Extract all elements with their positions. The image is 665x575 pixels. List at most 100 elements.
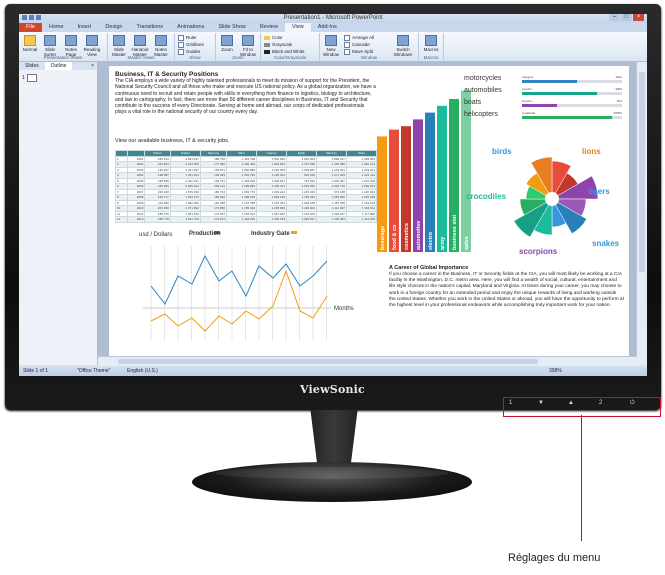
power-button[interactable]: ⏻ xyxy=(630,400,635,407)
arrange-all-button[interactable]: Arrange All xyxy=(344,35,374,41)
button-1[interactable]: 1 xyxy=(509,400,512,406)
tab-slides[interactable]: Slides xyxy=(19,62,45,70)
reading-view-button[interactable]: Reading View xyxy=(83,35,101,57)
cascade-button[interactable]: Cascade xyxy=(344,42,370,48)
normal-view-button[interactable]: Normal xyxy=(21,35,39,52)
switch-windows-button[interactable]: Switch Windows xyxy=(390,35,416,57)
maximize-icon[interactable]: □ xyxy=(621,14,632,21)
group-zoom: Zoom Fit to Window Zoom xyxy=(216,33,261,60)
bar-label: army xyxy=(440,236,446,250)
line-chart: usd / Dollars Production Industry Gate M… xyxy=(139,231,354,341)
gridlines-checkbox[interactable]: Gridlines xyxy=(178,42,204,48)
tab-view[interactable]: View xyxy=(284,23,311,32)
line-chart-xlabel: Months xyxy=(334,306,354,312)
macros-button[interactable]: Macros xyxy=(422,35,440,52)
slide-sorter-button[interactable]: Slide Sorter xyxy=(41,35,59,57)
color-option[interactable]: Color xyxy=(264,35,283,40)
stat-bar-value: 1024 xyxy=(615,75,622,79)
group-label: Show xyxy=(189,55,201,60)
table-cell: 186 778 xyxy=(144,216,171,223)
data-table: Saturn Jupiter Neptune Mars Uranus Earth Mercu… xyxy=(115,150,378,223)
line-chart-ylabel: usd / Dollars xyxy=(139,232,172,238)
screen: Presentation1 - Microsoft PowerPoint – □… xyxy=(19,14,647,376)
tab-animations[interactable]: Animations xyxy=(170,23,211,32)
tab-home[interactable]: Home xyxy=(42,23,71,32)
bar-label: electro xyxy=(428,231,434,250)
ribbon: Normal Slide Sorter Notes Page Reading V… xyxy=(19,32,647,62)
stat-bar-fill xyxy=(522,104,557,107)
button-2[interactable]: 2 xyxy=(599,400,602,406)
window-title: Presentation1 - Microsoft PowerPoint xyxy=(283,15,383,21)
group-label: Master Views xyxy=(127,55,155,60)
status-zoom[interactable]: 398% xyxy=(549,368,562,374)
table-cell: 12 xyxy=(115,216,128,223)
tab-review[interactable]: Review xyxy=(253,23,285,32)
tab-design[interactable]: Design xyxy=(98,23,129,32)
table-cell: 1 118 245 xyxy=(226,216,258,223)
status-language: English (U.S.) xyxy=(127,368,158,374)
bar-label: food & co xyxy=(392,224,398,250)
tab-insert[interactable]: Insert xyxy=(71,23,99,32)
radial-label: snakes xyxy=(592,239,620,248)
bar-5 xyxy=(437,105,447,252)
slide-master-icon xyxy=(113,35,125,46)
tab-outline[interactable]: Outline xyxy=(44,62,73,70)
monitor-neck xyxy=(310,410,358,470)
slide-heading: Business, IT & Security Positions xyxy=(115,71,219,78)
table-cell: 1 025 817 xyxy=(286,216,317,223)
radial-label: birds xyxy=(492,147,512,156)
black-and-white-option[interactable]: Black and White xyxy=(264,49,305,54)
group-master-views: Slide Master Handout Master Notes Master… xyxy=(108,33,175,60)
slides-outline-pane: Slides Outline × 1 xyxy=(19,62,98,365)
brand-logo: ViewSonic xyxy=(300,383,365,396)
down-button[interactable]: ▼ xyxy=(538,400,544,406)
callout-caption: Réglages du menu xyxy=(508,552,601,564)
horizontal-scrollbar[interactable] xyxy=(98,356,637,366)
tab-file[interactable]: File xyxy=(19,23,42,32)
up-button[interactable]: ▲ xyxy=(568,400,574,406)
stat-label: boats xyxy=(464,99,482,106)
stat-label: motorcycles xyxy=(464,75,502,82)
bar-label: automotive xyxy=(416,221,422,250)
outline-slide-item[interactable]: 1 xyxy=(22,74,37,82)
table-cell: 1 941 799 xyxy=(169,216,201,223)
notes-master-button[interactable]: Notes Master xyxy=(152,35,170,57)
radial-label: scorpions xyxy=(519,247,558,256)
minimize-icon[interactable]: – xyxy=(609,14,620,21)
new-window-button[interactable]: New Window xyxy=(322,35,340,57)
status-bar: Slide 1 of 1 "Office Theme" English (U.S… xyxy=(19,366,647,376)
bar-label: beverage xyxy=(380,226,386,250)
bar-label: business stat xyxy=(452,215,458,250)
grayscale-option[interactable]: Grayscale xyxy=(264,42,292,47)
reading-view-icon xyxy=(86,35,98,46)
callout-line xyxy=(581,415,582,541)
group-label: Color/Grayscale xyxy=(273,55,307,60)
stat-label: helicopters xyxy=(464,111,498,118)
slide-canvas[interactable]: Business, IT & Security Positions The CI… xyxy=(109,66,629,359)
slide-master-button[interactable]: Slide Master xyxy=(110,35,128,57)
tab-transitions[interactable]: Transitions xyxy=(129,23,170,32)
table-cell: 1 048 183 xyxy=(256,216,287,223)
slide-sorter-icon xyxy=(44,35,56,46)
ruler-checkbox[interactable]: Ruler xyxy=(178,35,197,41)
stat-bar-track xyxy=(522,92,622,95)
close-icon[interactable]: × xyxy=(633,14,644,21)
scroll-thumb[interactable] xyxy=(639,72,645,272)
radial-label: lions xyxy=(582,147,601,156)
jobs-link[interactable]: View our available business, IT & securi… xyxy=(115,138,229,144)
stat-label: automobiles xyxy=(464,87,502,94)
radial-label: tigers xyxy=(588,187,610,196)
stat-bar-fill xyxy=(522,80,577,83)
handout-master-button[interactable]: Handout Master xyxy=(131,35,149,57)
status-slide: Slide 1 of 1 xyxy=(23,368,49,374)
vertical-scrollbar[interactable] xyxy=(636,62,647,365)
fit-to-window-button[interactable]: Fit to Window xyxy=(239,35,257,57)
close-pane-icon[interactable]: × xyxy=(88,62,97,70)
scroll-thumb[interactable] xyxy=(118,359,538,364)
tab-add-ins[interactable]: Add-Ins xyxy=(311,23,344,32)
tab-slide-show[interactable]: Slide Show xyxy=(211,23,253,32)
notes-page-button[interactable]: Notes Page xyxy=(62,35,80,57)
radial-label: crocodiles xyxy=(466,192,507,201)
zoom-button[interactable]: Zoom xyxy=(218,35,236,52)
slide-thumbnail-icon xyxy=(26,74,37,82)
